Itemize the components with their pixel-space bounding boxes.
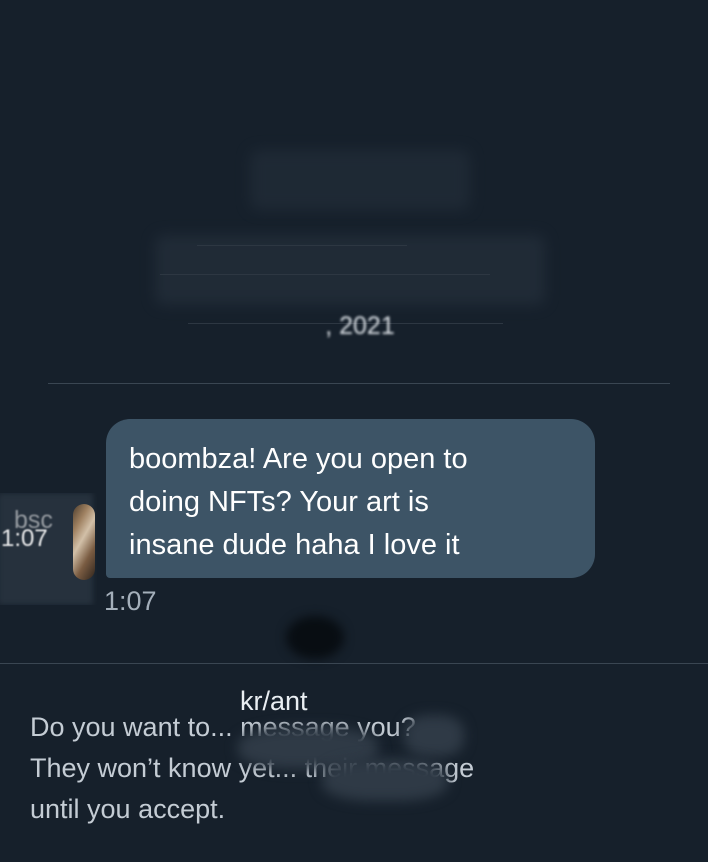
- blurred-profile-header: [250, 150, 470, 210]
- sender-name-fragment: bsc 1:07: [1, 506, 53, 552]
- request-blur-3: [322, 759, 448, 801]
- direct-message-screen: , 2021 bsc 1:07 boombza! Are you open to…: [0, 0, 708, 862]
- dark-blur-smudge: [286, 616, 344, 659]
- avatar-image: [73, 504, 95, 580]
- request-divider: [0, 663, 708, 664]
- conversation-start-date: , 2021: [325, 312, 395, 340]
- header-divider: [48, 383, 670, 384]
- request-sender-label: kr/ant: [240, 686, 308, 716]
- header-line-2: [160, 274, 490, 275]
- request-blur-2: [404, 715, 464, 757]
- header-line-1: [197, 245, 407, 246]
- message-text: boombza! Are you open to doing NFTs? You…: [129, 443, 468, 561]
- message-timestamp: 1:07: [104, 586, 157, 616]
- incoming-message-bubble[interactable]: boombza! Are you open to doing NFTs? You…: [106, 419, 595, 578]
- sender-avatar[interactable]: bsc 1:07: [0, 493, 97, 605]
